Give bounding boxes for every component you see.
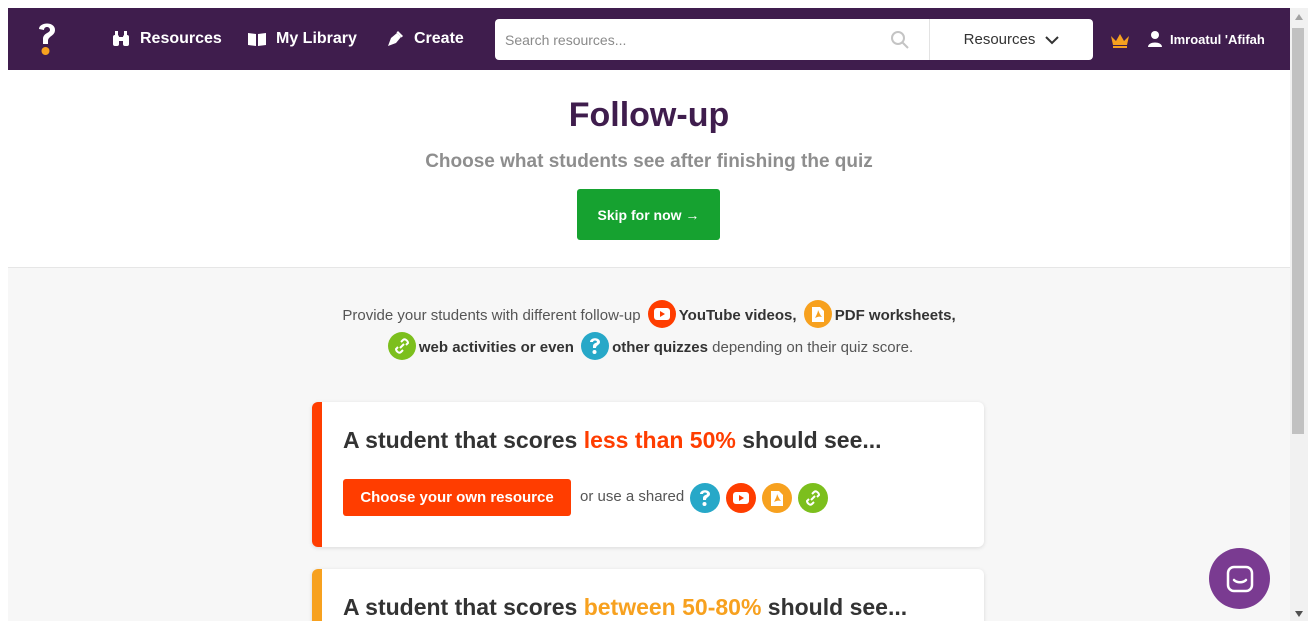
logo-icon[interactable] — [36, 20, 58, 58]
choose-own-resource-button[interactable]: Choose your own resource — [343, 479, 571, 516]
card-title-highlight: between 50-80% — [583, 594, 762, 620]
search-scope-label: Resources — [963, 31, 1036, 48]
binoculars-icon — [110, 30, 132, 48]
follow-up-body: Provide your students with different fol… — [8, 268, 1290, 621]
pen-icon — [384, 30, 406, 48]
pdf-icon — [803, 300, 832, 328]
score-card-title: A student that scores less than 50% shou… — [343, 427, 882, 454]
nav-create-label: Create — [414, 30, 464, 47]
intro-line-2: web activities or even other quizzes dep… — [8, 332, 1290, 362]
nav-my-library[interactable]: My Library — [246, 8, 357, 70]
search-icon[interactable] — [890, 30, 910, 50]
shared-link-icon[interactable] — [798, 483, 828, 513]
nav-library-label: My Library — [276, 30, 357, 47]
intro-quizzes: other quizzes — [612, 338, 708, 356]
follow-up-header: Follow-up Choose what students see after… — [8, 70, 1290, 268]
quiz-icon — [581, 332, 610, 360]
card-title-prefix: A student that scores — [343, 594, 578, 620]
page-title: Follow-up — [568, 96, 730, 134]
chat-launcher-button[interactable] — [1209, 548, 1270, 609]
user-name: Imroatul 'Afifah — [1170, 31, 1265, 47]
card-title-suffix: should see... — [767, 594, 908, 620]
search-scope-select[interactable]: Resources — [930, 19, 1093, 60]
chat-icon — [1226, 565, 1253, 592]
card-title-prefix: A student that scores — [343, 427, 578, 453]
nav-resources-label: Resources — [140, 30, 222, 47]
shared-label: or use a shared — [580, 488, 685, 505]
card-title-suffix: should see... — [742, 427, 882, 453]
page: Resources My Library Create Resources — [0, 0, 1308, 621]
page-scrollbar[interactable] — [1290, 8, 1308, 621]
shared-resource-options — [690, 483, 828, 513]
book-icon — [246, 30, 268, 48]
score-card-title: A student that scores between 50-80% sho… — [343, 594, 907, 621]
youtube-icon — [647, 300, 676, 328]
shared-youtube-icon[interactable] — [726, 483, 756, 513]
intro-prefix: Provide your students with different fol… — [342, 306, 641, 324]
intro-youtube: YouTube videos, — [678, 306, 797, 324]
skip-for-now-button[interactable]: Skip for now → — [577, 189, 720, 240]
intro-line-1: Provide your students with different fol… — [8, 300, 1290, 330]
intro-pdf: PDF worksheets, — [834, 306, 956, 324]
scroll-thumb[interactable] — [1292, 28, 1304, 434]
shared-pdf-icon[interactable] — [762, 483, 792, 513]
top-navbar: Resources My Library Create Resources — [8, 8, 1290, 70]
search-bar: Resources — [495, 19, 1093, 60]
card-title-highlight: less than 50% — [583, 427, 736, 453]
page-subtitle: Choose what students see after finishing… — [425, 151, 873, 172]
user-menu[interactable]: Imroatul 'Afifah — [1148, 8, 1265, 70]
search-input[interactable] — [505, 19, 885, 60]
intro-web: web activities or even — [418, 338, 574, 356]
score-card-mid: A student that scores between 50-80% sho… — [312, 569, 984, 621]
link-icon — [387, 332, 416, 360]
scroll-down-arrow-icon[interactable] — [1290, 607, 1308, 621]
nav-create[interactable]: Create — [384, 8, 464, 70]
intro-suffix: depending on their quiz score. — [712, 338, 914, 356]
score-card-low: A student that scores less than 50% shou… — [312, 402, 984, 547]
crown-icon[interactable] — [1110, 32, 1130, 48]
nav-resources[interactable]: Resources — [110, 8, 222, 70]
chevron-down-icon — [1045, 35, 1060, 44]
scroll-up-arrow-icon[interactable] — [1290, 10, 1308, 24]
shared-quiz-icon[interactable] — [690, 483, 720, 513]
user-icon — [1148, 31, 1162, 47]
